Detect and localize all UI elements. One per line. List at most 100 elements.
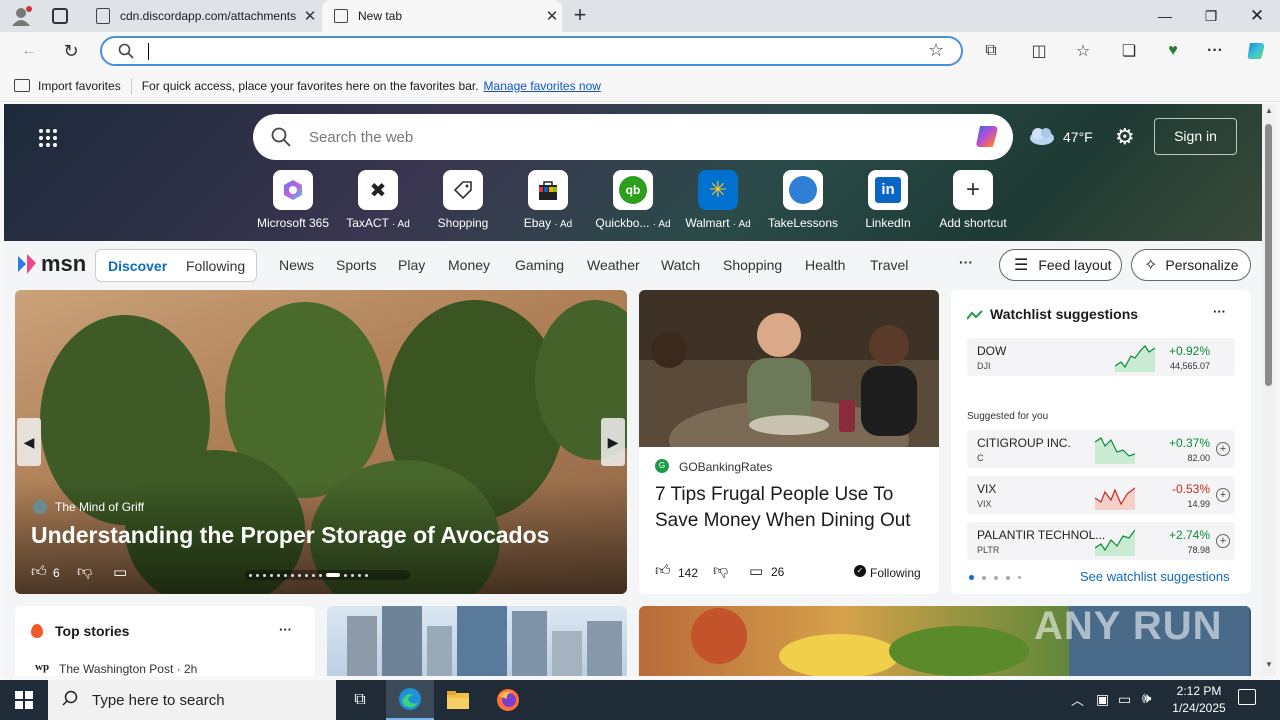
watchlist-row-vix[interactable]: VIX VIX -0.53% 14.99 +	[967, 476, 1235, 514]
shortcut-ebay[interactable]: Ebay · Ad	[503, 168, 593, 230]
article-card[interactable]: G GOBankingRates 7 Tips Frugal People Us…	[639, 290, 939, 594]
vertical-scrollbar[interactable]: ▲ ▼	[1262, 104, 1276, 676]
featured-title[interactable]: Understanding the Proper Storage of Avoc…	[31, 522, 549, 549]
minimize-button[interactable]: —	[1142, 0, 1188, 32]
scroll-down-icon[interactable]: ▼	[1265, 660, 1273, 669]
tab-actions-icon[interactable]	[52, 8, 68, 24]
following-label[interactable]: Following	[870, 566, 921, 580]
start-button[interactable]	[0, 680, 48, 720]
watchlist-row-palantir[interactable]: PALANTIR TECHNOL... PLTR +2.74% 78.98 +	[967, 522, 1235, 560]
profile-icon[interactable]	[10, 6, 32, 26]
copilot-icon[interactable]	[1242, 36, 1272, 66]
web-search-box[interactable]: Search the web	[253, 114, 1013, 160]
article-title[interactable]: 7 Tips Frugal People Use To Save Money W…	[655, 482, 925, 534]
add-to-watchlist-icon[interactable]: +	[1216, 488, 1230, 502]
like-icon[interactable]: 👍︎	[31, 563, 47, 581]
notification-icon[interactable]	[1238, 689, 1256, 705]
new-tab-button[interactable]: +	[568, 2, 592, 30]
shortcut-walmart[interactable]: ✳ Walmart · Ad	[673, 168, 763, 230]
browser-essentials-icon[interactable]: ♥	[1158, 36, 1188, 66]
feed-layout-button[interactable]: ☰ Feed layout	[999, 249, 1122, 281]
comment-icon[interactable]: ▭	[113, 563, 127, 581]
msn-logo[interactable]: msn	[16, 251, 86, 277]
settings-gear-icon[interactable]: ⚙	[1115, 124, 1135, 150]
favorite-star-icon[interactable]: ☆	[928, 40, 944, 61]
close-tab-icon[interactable]: ✕	[300, 7, 320, 25]
shortcut-microsoft-365[interactable]: Microsoft 365	[248, 168, 338, 230]
shortcut-add[interactable]: + Add shortcut	[928, 168, 1018, 230]
scroll-up-icon[interactable]: ▲	[1265, 106, 1273, 115]
watchlist-row-dow[interactable]: DOW DJI +0.92% 44,565.07	[967, 338, 1235, 376]
nav-shopping[interactable]: Shopping	[723, 257, 782, 273]
address-bar[interactable]: ☆	[100, 36, 963, 66]
featured-carousel-card[interactable]: ◀ ▶ The Mind of Griff Understanding the …	[15, 290, 627, 594]
clock-date[interactable]: 1/24/2025	[1168, 701, 1230, 715]
add-to-watchlist-icon[interactable]: +	[1216, 534, 1230, 548]
nav-health[interactable]: Health	[805, 257, 845, 273]
split-screen-icon[interactable]: ◫	[1024, 36, 1054, 66]
shortcut-taxact[interactable]: ✖ TaxACT · Ad	[333, 168, 423, 230]
comment-icon[interactable]: ▭	[749, 562, 763, 580]
see-watchlist-link[interactable]: See watchlist suggestions	[1080, 569, 1230, 584]
more-nav-icon[interactable]: ···	[959, 254, 973, 270]
back-button[interactable]: ←	[14, 36, 44, 66]
shortcut-takelessons[interactable]: TakeLessons	[758, 168, 848, 230]
like-icon[interactable]: 👍︎	[655, 562, 671, 580]
volume-icon[interactable]: 🕪︎	[1142, 690, 1151, 707]
add-to-watchlist-icon[interactable]: +	[1216, 442, 1230, 456]
dislike-icon[interactable]: 👎︎	[713, 562, 728, 580]
settings-more-icon[interactable]: ···	[1200, 36, 1230, 66]
carousel-prev-button[interactable]: ◀	[17, 418, 41, 466]
collections-icon[interactable]: ❏	[1114, 36, 1144, 66]
nav-sports[interactable]: Sports	[336, 257, 376, 273]
network-icon[interactable]: ▭	[1118, 691, 1131, 708]
nav-play[interactable]: Play	[398, 257, 425, 273]
tab-following[interactable]: Following	[186, 258, 245, 274]
nav-news[interactable]: News	[279, 257, 314, 273]
tab-new-tab[interactable]: New tab ✕	[322, 0, 562, 32]
shortcut-quickbooks[interactable]: qb Quickbo... · Ad	[588, 168, 678, 230]
scroll-thumb[interactable]	[1265, 124, 1272, 386]
weather-cloud-icon[interactable]	[1028, 126, 1056, 146]
nav-weather[interactable]: Weather	[587, 257, 640, 273]
watchlist-more-icon[interactable]: ···	[1213, 304, 1226, 319]
app-launcher-icon[interactable]	[38, 128, 58, 148]
shortcut-shopping[interactable]: Shopping	[418, 168, 508, 230]
task-view-icon[interactable]: ⧉	[336, 680, 384, 720]
close-window-button[interactable]: ✕	[1234, 0, 1280, 32]
watchlist-row-citigroup[interactable]: CITIGROUP INC. C +0.37% 82.00 +	[967, 430, 1235, 468]
nav-travel[interactable]: Travel	[870, 257, 908, 273]
carousel-pagination-dots[interactable]	[245, 570, 410, 580]
msn-nav-bar: msn Discover Following News Sports Play …	[4, 241, 1262, 289]
copilot-icon[interactable]	[973, 123, 1003, 154]
carousel-next-button[interactable]: ▶	[601, 418, 625, 466]
tab-discover[interactable]: Discover	[108, 258, 167, 274]
manage-favorites-link[interactable]: Manage favorites now	[484, 79, 601, 93]
nav-watch[interactable]: Watch	[661, 257, 700, 273]
restore-button[interactable]: ❐	[1188, 0, 1234, 32]
sign-in-button[interactable]: Sign in	[1154, 118, 1237, 155]
extensions-icon[interactable]: ⧉	[976, 36, 1006, 66]
top-stories-more-icon[interactable]: ···	[279, 622, 292, 637]
file-explorer-icon[interactable]	[434, 680, 482, 720]
taskbar-search-box[interactable]: Type here to search	[48, 680, 336, 720]
weather-temp[interactable]: 47°F	[1063, 129, 1093, 145]
device-icon[interactable]: ▣	[1096, 691, 1109, 708]
firefox-icon[interactable]	[484, 680, 532, 720]
refresh-button[interactable]: ↻	[56, 36, 86, 66]
personalize-button[interactable]: ✧ Personalize	[1131, 249, 1251, 281]
show-hidden-icons[interactable]: ︿	[1071, 690, 1084, 709]
close-tab-icon[interactable]: ✕	[542, 7, 562, 25]
watchlist-pagination-dots[interactable]	[969, 575, 1021, 580]
nav-money[interactable]: Money	[448, 257, 490, 273]
clock-time[interactable]: 2:12 PM	[1174, 684, 1224, 698]
city-image-card[interactable]	[327, 606, 627, 676]
shortcut-linkedin[interactable]: in LinkedIn	[843, 168, 933, 230]
tab-discord-attachment[interactable]: cdn.discordapp.com/attachments ✕	[86, 0, 320, 32]
favorites-icon[interactable]: ☆	[1068, 36, 1098, 66]
nav-gaming[interactable]: Gaming	[515, 257, 564, 273]
page-icon	[96, 8, 110, 24]
import-favorites-button[interactable]: Import favorites	[38, 79, 121, 93]
edge-taskbar-icon[interactable]	[386, 680, 434, 720]
dislike-icon[interactable]: 👎︎	[77, 563, 92, 581]
